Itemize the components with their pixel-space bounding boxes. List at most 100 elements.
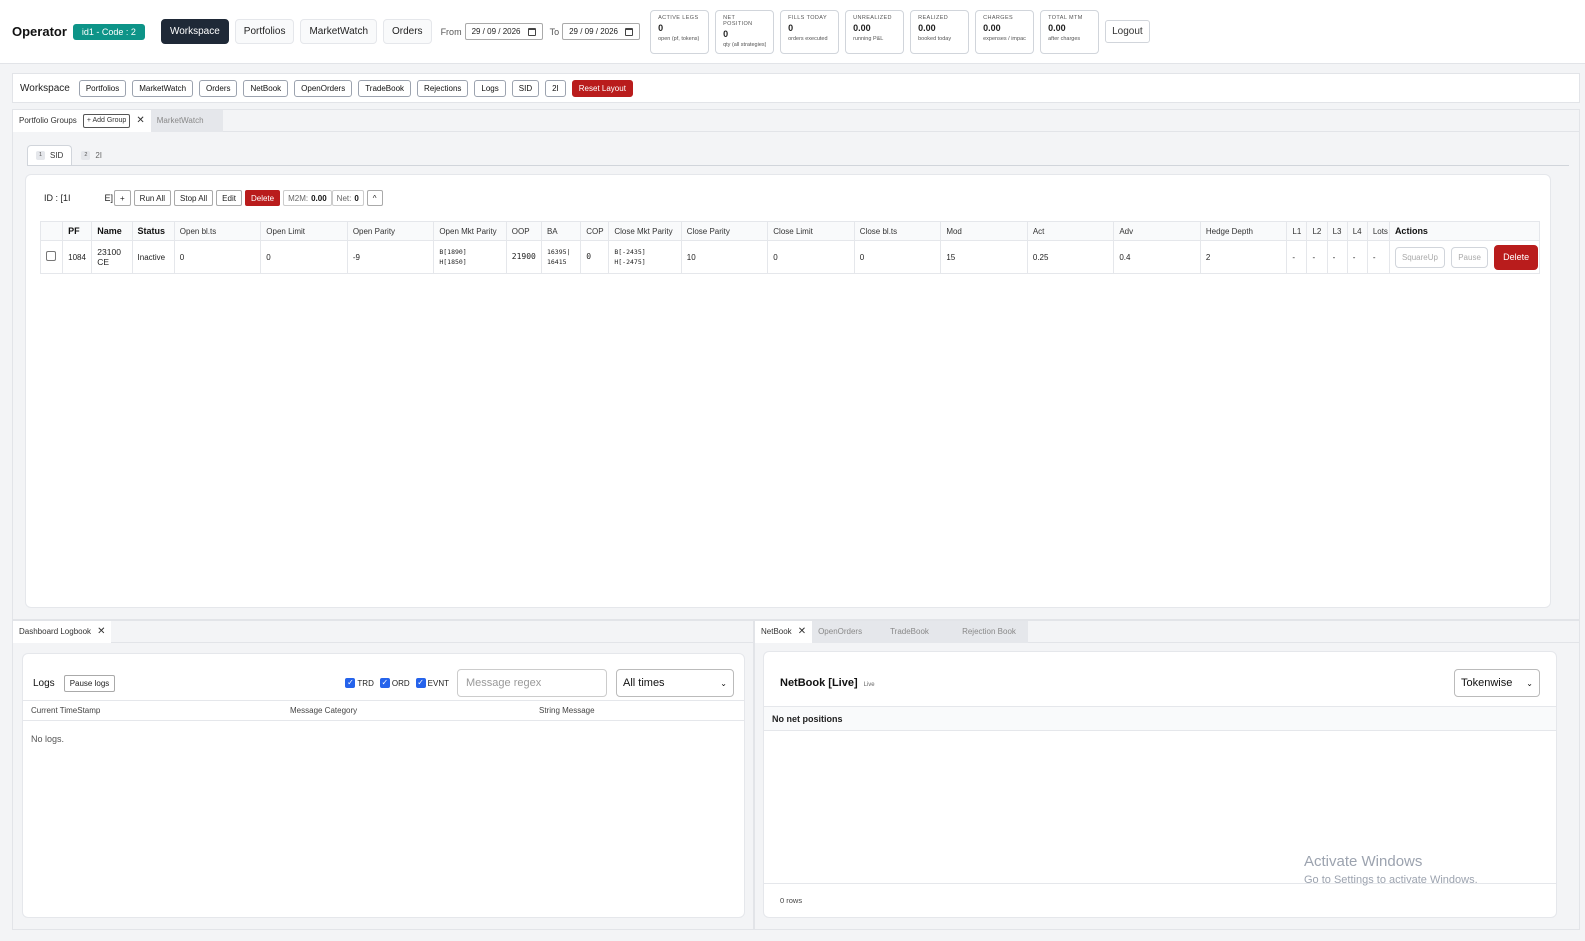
add-portfolio-button[interactable]: + [114,190,131,206]
logout-button[interactable]: Logout [1105,20,1150,43]
time-range-select[interactable]: All times ⌄ [616,669,734,697]
squareup-button[interactable]: SquareUp [1394,247,1445,268]
ws-tradebook-button[interactable]: TradeBook [358,79,412,97]
stat-value: 0 [658,22,664,33]
message-regex-input[interactable]: Message regex [457,669,607,697]
cell-status: Inactive [131,240,175,274]
collapse-button[interactable]: ^ [366,190,383,206]
col-hedge-depth: Hedge Depth [1199,221,1288,241]
cell-open-limit[interactable]: 0 [260,240,348,274]
checkbox-checked-icon[interactable]: ✓ [345,678,356,688]
col-name: Name [91,221,133,241]
subtab-2i[interactable]: 2 2I [72,145,111,165]
row-checkbox[interactable] [46,251,56,261]
col-status: Status [131,221,175,241]
col-pf: PF [62,221,93,241]
filter-trd[interactable]: ✓ TRD [345,678,374,688]
filter-evnt[interactable]: ✓ EVNT [415,678,449,688]
col-l4: L4 [1346,221,1368,241]
cell-pf: 1084 [62,240,93,274]
col-lots: Lots [1366,221,1390,241]
stat-sub: open (pf, tokens) pairs [658,35,701,42]
ws-rejections-button[interactable]: Rejections [417,79,469,97]
tab-tradebook[interactable]: TradeBook [884,620,957,643]
cell-close-blts[interactable]: 0 [853,240,942,274]
pause-logs-button[interactable]: Pause logs [63,674,116,692]
tab-rejection-book[interactable]: Rejection Book [956,620,1029,643]
edit-button[interactable]: Edit [216,190,242,206]
pause-button[interactable]: Pause [1451,247,1488,268]
subtab-label: SID [50,151,64,160]
to-date-input[interactable]: 29 / 09 / 2026 [562,23,641,40]
tab-netbook[interactable]: NetBook ✕ [755,620,813,643]
to-date-value: 29 / 09 / 2026 [569,27,619,36]
run-all-button[interactable]: Run All [133,190,172,206]
cell-close-parity[interactable]: 10 [680,240,769,274]
empty-logs-text: No logs. [31,734,65,744]
calendar-icon[interactable] [527,27,536,36]
col-message: String Message [539,706,595,715]
ws-orders-button[interactable]: Orders [199,79,238,97]
tab-portfolio-groups[interactable]: Portfolio Groups + Add Group ✕ [13,109,151,132]
col-close-parity: Close Parity [680,221,769,241]
netbook-title: NetBook [Live] Live [780,677,875,689]
stat-title: REALIZED [918,14,949,21]
workspace-bar: Workspace Portfolios MarketWatch Orders … [12,73,1580,103]
portfolio-card: ID : [1I E] + Run All Stop All Edit Delet… [25,174,1551,608]
nav-marketwatch[interactable]: MarketWatch [300,19,377,44]
row-count: 0 rows [764,883,1556,917]
col-open-mkt-parity: Open Mkt Parity [433,221,507,241]
stat-title: CHARGES [983,14,1014,21]
delete-group-button[interactable]: Delete [244,190,281,206]
ba-line-1: 16395| [546,248,571,256]
m2m-display: M2M: 0.00 [283,190,332,206]
calendar-icon[interactable] [625,27,634,36]
stop-all-button[interactable]: Stop All [174,190,214,206]
subtab-label: 2I [95,151,103,160]
cell-close-limit[interactable]: 0 [767,240,855,274]
stat-sub: running P&L [853,35,884,42]
ws-logs-button[interactable]: Logs [474,79,506,97]
chevron-down-icon: ⌄ [1526,678,1533,688]
add-group-button[interactable]: + Add Group [82,113,131,128]
ws-openorders-button[interactable]: OpenOrders [294,79,353,97]
tab-dashboard-logbook[interactable]: Dashboard Logbook ✕ [13,620,112,643]
close-icon[interactable]: ✕ [97,626,105,637]
col-category: Message Category [290,706,358,715]
tab-marketwatch[interactable]: MarketWatch [150,109,223,132]
ws-marketwatch-button[interactable]: MarketWatch [132,79,194,97]
cell-mod[interactable]: 15 [940,240,1028,274]
checkbox-checked-icon[interactable]: ✓ [379,678,390,688]
nav-orders[interactable]: Orders [383,19,432,44]
ws-netbook-button[interactable]: NetBook [243,79,289,97]
subtab-sid[interactable]: 1 SID [27,145,73,165]
reset-layout-button[interactable]: Reset Layout [571,79,633,97]
to-label: To [549,26,560,37]
filter-ord[interactable]: ✓ ORD [379,678,410,688]
col-close-mkt-parity: Close Mkt Parity [608,221,682,241]
col-open-limit: Open Limit [260,221,348,241]
ws-portfolios-button[interactable]: Portfolios [78,79,127,97]
stat-value: 0.00 [918,22,936,33]
col-adv: Adv [1113,221,1201,241]
table-row[interactable]: 1084 23100 CE Inactive 0 0 -9 B[1890] H[… [39,240,1541,274]
cell-adv[interactable]: 0.4 [1113,240,1201,274]
close-icon[interactable]: ✕ [798,626,806,637]
delete-row-button[interactable]: Delete [1494,244,1539,270]
cell-hedge-depth[interactable]: 2 [1199,240,1288,274]
close-icon[interactable]: ✕ [136,115,144,126]
stat-sub: orders executed [788,35,828,42]
tokenwise-select[interactable]: Tokenwise ⌄ [1454,669,1540,697]
tab-openorders[interactable]: OpenOrders [812,620,885,643]
ws-sid-button[interactable]: SID [511,79,540,97]
nav-portfolios[interactable]: Portfolios [234,19,295,44]
nav-workspace[interactable]: Workspace [160,19,229,44]
stat-sub: booked today [918,35,952,42]
checkbox-checked-icon[interactable]: ✓ [415,678,426,688]
cell-open-parity[interactable]: -9 [346,240,435,274]
from-date-input[interactable]: 29 / 09 / 2026 [464,23,543,40]
cell-act[interactable]: 0.25 [1026,240,1115,274]
ws-2i-button[interactable]: 2I [545,79,566,97]
cell-l3: - [1326,240,1348,274]
cell-open-blts[interactable]: 0 [173,240,262,274]
